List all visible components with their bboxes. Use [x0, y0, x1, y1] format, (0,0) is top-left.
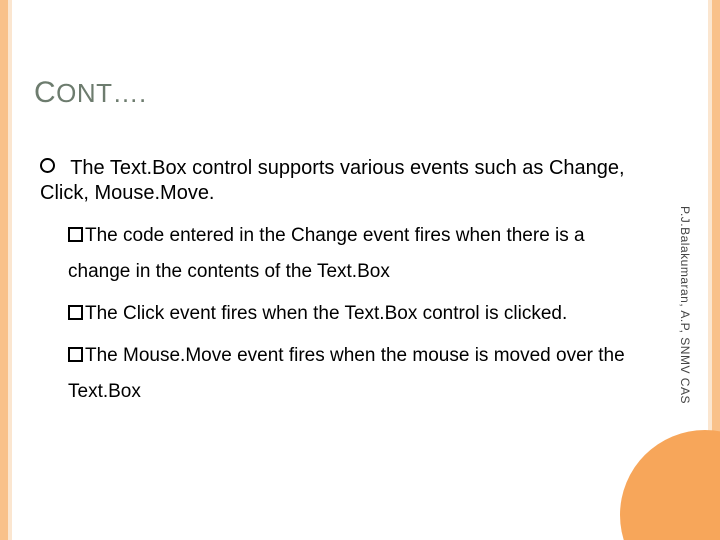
ring-bullet-icon [40, 158, 55, 173]
square-bullet-icon [68, 305, 83, 320]
left-rail-inner [8, 0, 12, 540]
corner-circle [620, 430, 720, 540]
square-bullet-icon [68, 227, 83, 242]
list-item: The Click event fires when the Text.Box … [68, 296, 650, 332]
bullet-head: The [85, 303, 118, 324]
list-item: The code entered in the Change event fir… [68, 218, 650, 290]
intro-text: The Text.Box control supports various ev… [40, 157, 625, 204]
bullet-tail: code entered in the Change event fires w… [68, 225, 585, 282]
author-vertical-label: P.J.Balakumaran, A.P, SNMV CAS [678, 206, 692, 404]
page-title: CONT…. [34, 76, 147, 110]
list-item: The Mouse.Move event fires when the mous… [68, 338, 650, 410]
bullet-head: The [85, 345, 118, 366]
bullet-head: The [85, 225, 118, 246]
bullet-list: The code entered in the Change event fir… [68, 218, 650, 416]
intro-paragraph: The Text.Box control supports various ev… [40, 156, 660, 206]
bullet-tail: Click event fires when the Text.Box cont… [118, 303, 568, 324]
left-rail [0, 0, 8, 540]
title-lead: C [34, 76, 56, 109]
title-rest: ONT…. [56, 78, 147, 108]
square-bullet-icon [68, 347, 83, 362]
bullet-tail: Mouse.Move event fires when the mouse is… [68, 345, 625, 402]
